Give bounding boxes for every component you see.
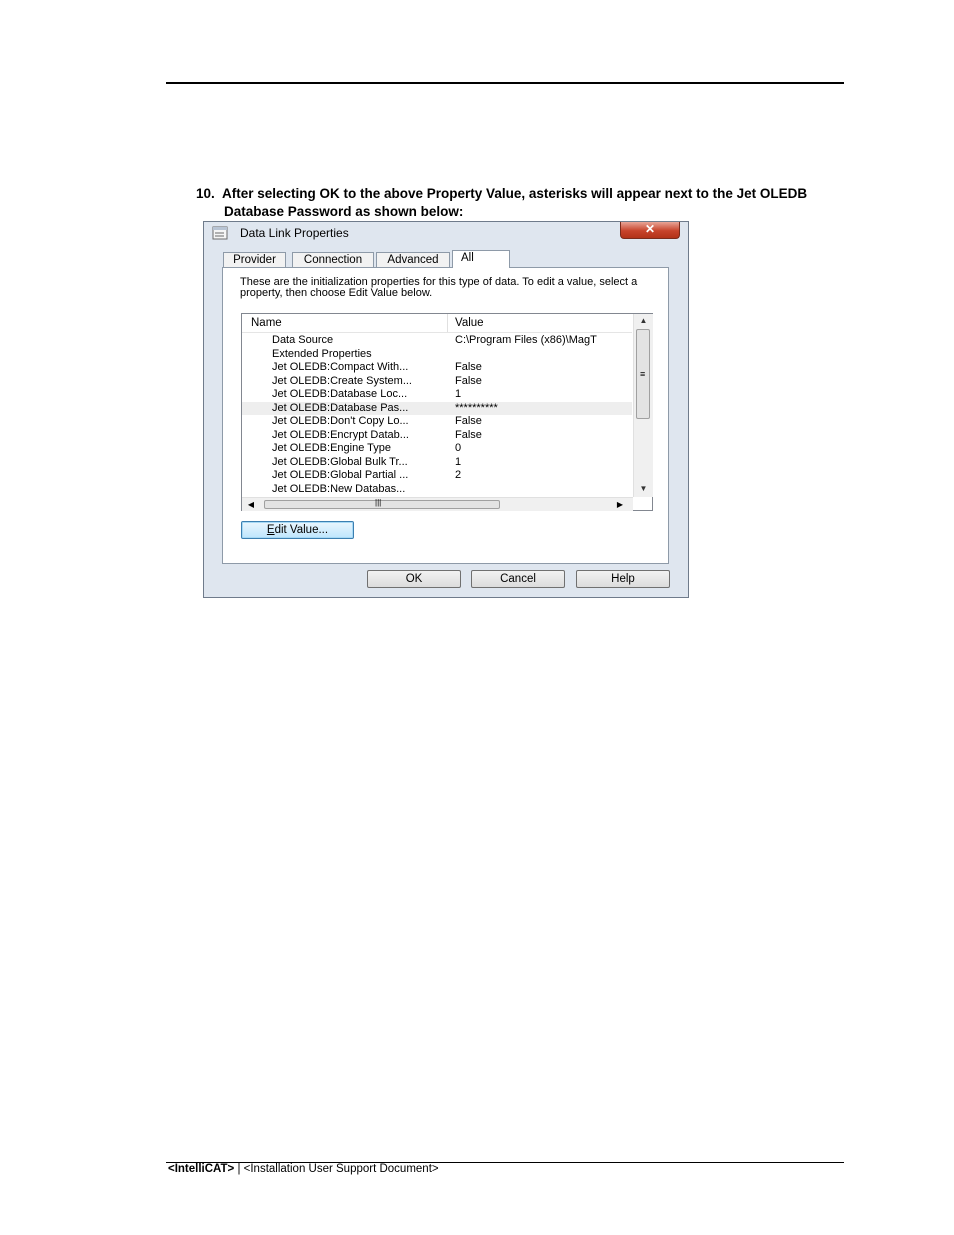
tab-advanced[interactable]: Advanced: [376, 252, 450, 267]
property-name: Extended Properties: [272, 348, 372, 360]
edit-value-mnemonic: E: [266, 524, 275, 536]
property-value: False: [455, 429, 482, 441]
dialog-title: Data Link Properties: [240, 226, 349, 240]
data-link-properties-dialog: Data Link Properties ✕ Provider Connecti…: [203, 221, 689, 598]
property-name: Jet OLEDB:New Databas...: [272, 483, 406, 495]
scroll-up-icon[interactable]: ▲: [634, 316, 653, 328]
properties-list[interactable]: Name Value Data Source C:\Program Files (…: [241, 313, 653, 511]
cancel-button[interactable]: Cancel: [471, 570, 565, 588]
page-footer: <IntelliCAT> | <Installation User Suppor…: [168, 1163, 439, 1175]
tab-provider-label: Provider: [233, 254, 276, 266]
data-link-icon: [212, 226, 228, 240]
property-name: Jet OLEDB:Compact With...: [272, 361, 409, 373]
footer-document-title: <Installation User Support Document>: [243, 1163, 439, 1175]
column-divider[interactable]: [447, 314, 448, 332]
tab-all-label: All: [461, 252, 474, 264]
scroll-left-icon[interactable]: ◀: [245, 498, 257, 511]
panel-description: These are the initialization properties …: [240, 276, 638, 299]
help-button[interactable]: Help: [576, 570, 670, 588]
edit-value-label: dit Value...: [274, 524, 329, 536]
property-value: 1: [455, 388, 462, 400]
property-value: C:\Program Files (x86)\MagT: [455, 334, 597, 346]
list-item[interactable]: Jet OLEDB:New Databas...: [242, 483, 632, 496]
tab-provider[interactable]: Provider: [223, 252, 286, 267]
property-name: Jet OLEDB:Don't Copy Lo...: [272, 415, 409, 427]
property-name: Jet OLEDB:Global Partial ...: [272, 469, 409, 481]
property-name: Jet OLEDB:Engine Type: [272, 442, 392, 454]
list-item[interactable]: Jet OLEDB:Encrypt Datab... False: [242, 429, 632, 442]
list-item[interactable]: Jet OLEDB:Database Loc... 1: [242, 388, 632, 401]
footer-product: <IntelliCAT>: [168, 1163, 235, 1175]
tab-all[interactable]: All: [452, 250, 510, 268]
column-header-name[interactable]: Name: [251, 317, 282, 329]
property-name: Jet OLEDB:Database Loc...: [272, 388, 408, 400]
header-rule: [166, 82, 844, 84]
grip-icon: |||: [375, 498, 382, 507]
footer-separator: |: [234, 1163, 244, 1175]
vertical-scrollbar[interactable]: ▲ ≡ ▼: [633, 314, 653, 497]
list-header: Name Value: [242, 314, 632, 333]
edit-value-button[interactable]: Edit Value...: [241, 521, 354, 539]
horizontal-scroll-thumb[interactable]: |||: [264, 498, 500, 509]
tab-connection-label: Connection: [303, 254, 363, 266]
list-item[interactable]: Extended Properties: [242, 348, 632, 361]
property-value: 0: [455, 442, 462, 454]
property-value: **********: [455, 402, 498, 414]
step-number: 10.: [196, 186, 215, 201]
close-icon: ✕: [644, 222, 656, 236]
property-value: False: [455, 415, 482, 427]
list-item[interactable]: Data Source C:\Program Files (x86)\MagT: [242, 334, 632, 347]
property-name: Jet OLEDB:Encrypt Datab...: [272, 429, 409, 441]
tab-connection[interactable]: Connection: [292, 252, 374, 267]
step-text-line2: Database Password as shown below:: [224, 204, 464, 219]
close-button[interactable]: ✕: [620, 222, 680, 239]
list-item-selected[interactable]: Jet OLEDB:Database Pas... **********: [242, 402, 632, 415]
tab-advanced-label: Advanced: [387, 254, 439, 266]
column-header-value[interactable]: Value: [455, 317, 484, 329]
scroll-right-icon[interactable]: ▶: [614, 498, 626, 511]
property-value: False: [455, 361, 482, 373]
dialog-titlebar: Data Link Properties ✕: [204, 222, 688, 244]
property-value: 1: [455, 456, 462, 468]
horizontal-scrollbar[interactable]: ◀ ||| ▶: [242, 497, 633, 511]
list-item[interactable]: Jet OLEDB:Compact With... False: [242, 361, 632, 374]
property-name: Data Source: [272, 334, 334, 346]
property-name: Jet OLEDB:Create System...: [272, 375, 412, 387]
property-value: 2: [455, 469, 462, 481]
scroll-down-icon[interactable]: ▼: [634, 484, 653, 496]
list-item[interactable]: Jet OLEDB:Create System... False: [242, 375, 632, 388]
property-value: False: [455, 375, 482, 387]
grip-icon: ≡: [640, 369, 646, 379]
list-item[interactable]: Jet OLEDB:Global Partial ... 2: [242, 469, 632, 482]
property-name: Jet OLEDB:Global Bulk Tr...: [272, 456, 408, 468]
list-item[interactable]: Jet OLEDB:Don't Copy Lo... False: [242, 415, 632, 428]
scroll-thumb[interactable]: ≡: [636, 329, 650, 419]
property-name: Jet OLEDB:Database Pas...: [272, 402, 409, 414]
ok-button[interactable]: OK: [367, 570, 461, 588]
list-item[interactable]: Jet OLEDB:Engine Type 0: [242, 442, 632, 455]
step-text-line1: After selecting OK to the above Property…: [222, 186, 808, 201]
list-item[interactable]: Jet OLEDB:Global Bulk Tr... 1: [242, 456, 632, 469]
